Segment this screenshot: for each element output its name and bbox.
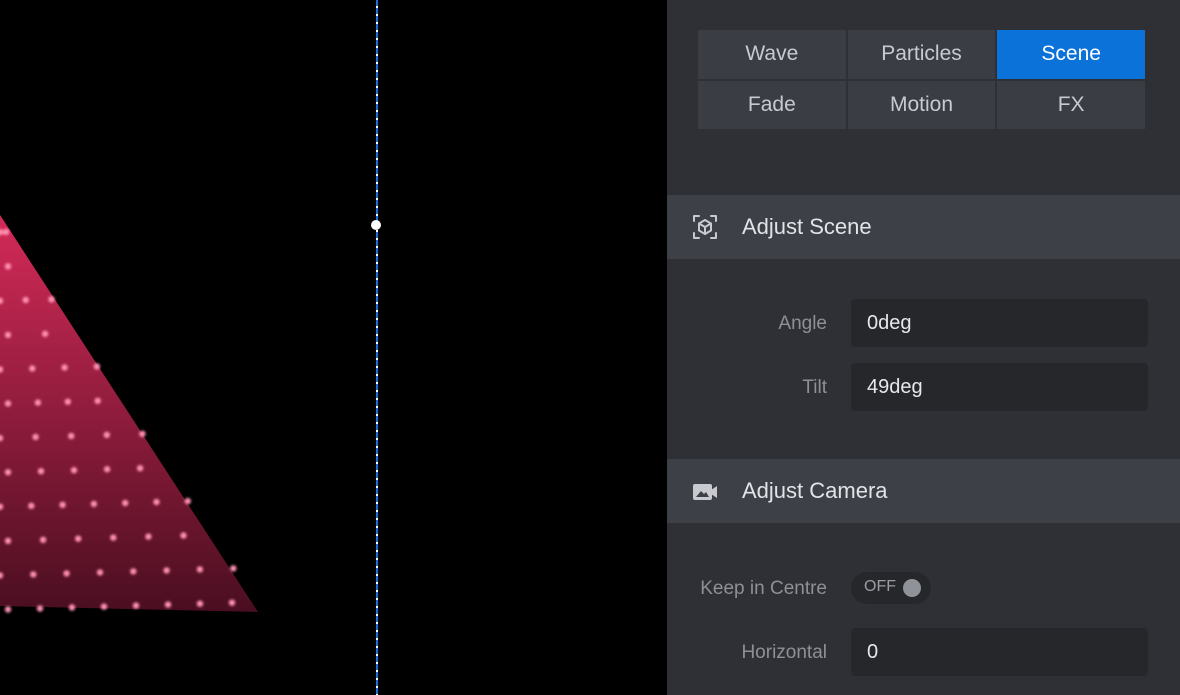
particle-dot [36,605,44,612]
particle-dot [30,571,37,578]
tab-grid: Wave Particles Scene Fade Motion FX [698,30,1145,129]
particle-dot [37,468,45,475]
settings-panel: Wave Particles Scene Fade Motion FX Adju… [667,0,1180,695]
tab-motion[interactable]: Motion [847,80,996,129]
particle-dot [4,263,12,270]
cube-focus-icon [693,215,717,239]
tilt-label: Tilt [802,377,827,398]
particle-dot [68,604,76,611]
particle-dot [59,501,66,508]
adjust-scene-title: Adjust Scene [742,214,872,239]
particle-dot [22,296,29,304]
particle-dot [184,497,191,505]
particle-dot [34,399,42,406]
particle-dot [130,568,137,575]
particle-wave-graphic [0,215,258,613]
preview-canvas[interactable] [0,0,667,695]
tab-fx[interactable]: FX [997,80,1145,129]
particle-dot [132,602,140,609]
particle-dot [4,469,12,476]
particle-dot [28,502,35,509]
keep-in-centre-label: Keep in Centre [700,578,827,599]
particle-dot [75,535,82,542]
tab-fade[interactable]: Fade [698,80,846,129]
particle-dot [94,397,101,404]
particle-dot [139,430,146,437]
toggle-knob [903,579,921,597]
particle-dot [196,566,204,573]
particle-dot [48,296,55,303]
angle-input[interactable]: 0deg [851,299,1148,347]
vertical-guide-line[interactable] [376,0,378,695]
angle-label: Angle [778,313,827,334]
horizontal-input[interactable]: 0 [851,628,1148,676]
particle-dot [110,534,117,541]
particle-dot [41,330,49,337]
adjust-camera-title: Adjust Camera [742,478,888,503]
adjust-scene-header[interactable]: Adjust Scene [667,195,1180,259]
horizontal-label: Horizontal [741,642,827,663]
particle-dot [32,433,39,441]
particle-dot [4,537,12,544]
camera-icon [693,484,717,500]
particle-dot [29,365,36,372]
keep-in-centre-toggle[interactable]: OFF [851,572,931,604]
particle-dot [103,466,111,473]
tab-wave[interactable]: Wave [698,30,846,79]
particle-dot [90,500,98,508]
particle-dot [122,499,129,507]
particle-dot [196,600,204,607]
particle-dot [4,331,12,339]
particle-dot [230,565,237,572]
particle-dot [228,599,236,606]
particle-dot [96,569,104,576]
particle-dot [2,228,10,236]
tab-particles[interactable]: Particles [847,30,996,79]
toggle-state-label: OFF [864,578,896,595]
particle-dot [68,432,75,440]
particle-dot [93,363,101,370]
particle-dot [153,498,160,506]
particle-surface [0,215,258,612]
particle-dot [180,532,187,539]
particle-dot [64,398,72,405]
particle-dot [163,567,170,574]
particle-dot [145,533,152,540]
particle-dot [63,570,70,577]
particle-dot [103,431,111,439]
tab-scene[interactable]: Scene [997,30,1145,79]
particle-dot [4,400,12,407]
particle-dot [4,606,12,613]
guide-handle[interactable] [371,220,381,230]
particle-dot [136,465,144,472]
particle-dot [61,364,68,371]
particle-dot [100,603,108,610]
particle-dot [39,536,47,543]
particle-dot [70,467,78,474]
adjust-camera-header[interactable]: Adjust Camera [667,459,1180,523]
tilt-input[interactable]: 49deg [851,363,1148,411]
particle-dot [164,601,172,608]
